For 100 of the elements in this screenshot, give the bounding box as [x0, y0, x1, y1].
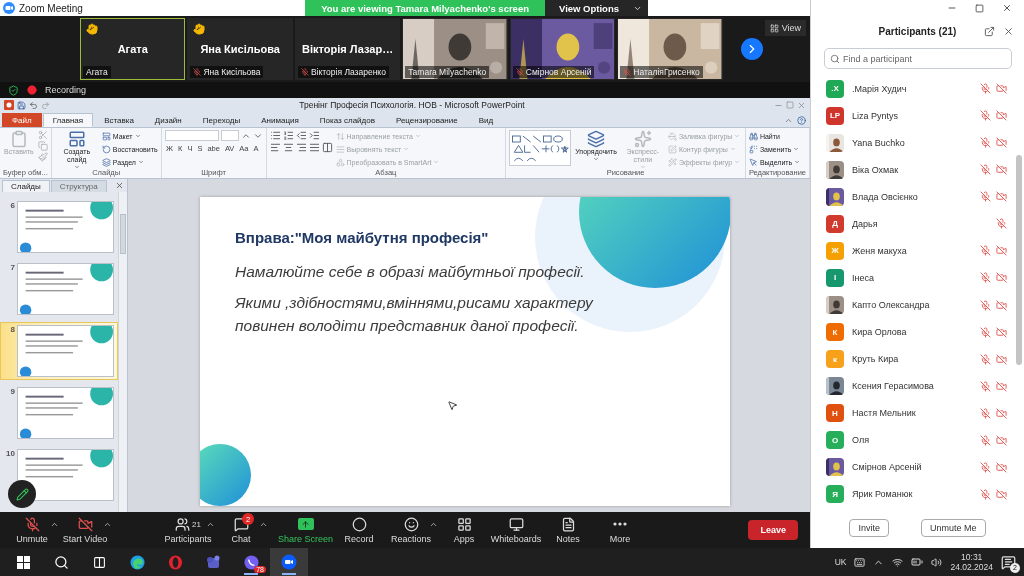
view-options-button[interactable]: View Options: [545, 0, 648, 16]
ribbon-tab[interactable]: Файл: [2, 113, 42, 127]
participant-name: Дарья: [852, 218, 878, 229]
thumbnail-row[interactable]: 9: [0, 384, 118, 442]
muted-microphone-icon: [980, 353, 991, 365]
align-icon[interactable]: [321, 142, 333, 153]
windows-logo-icon: [16, 555, 30, 569]
network-icon[interactable]: [892, 556, 904, 568]
ribbon-tab[interactable]: Дизайн: [144, 113, 192, 127]
participant-name: Яна Кисільова: [200, 43, 280, 55]
participant-name: .Марія Худич: [852, 83, 907, 94]
maximize-icon[interactable]: [975, 3, 984, 13]
panel-title: Participants (21): [878, 25, 957, 37]
thumbnail-row[interactable]: 7: [0, 260, 118, 318]
caret-icon[interactable]: [429, 520, 439, 529]
muted-microphone-icon: [980, 272, 991, 284]
muted-microphone-icon: [980, 164, 991, 176]
toolbar-button[interactable]: Share Screen: [278, 516, 334, 544]
font-size-field[interactable]: [220, 130, 239, 141]
ribbon-tab[interactable]: Показ слайдов: [309, 113, 385, 127]
close-icon[interactable]: [1002, 3, 1012, 13]
name-text: НаталіяГрисенко: [633, 67, 700, 77]
participant-name: Ксения Герасимова: [852, 381, 934, 392]
avatar: .X: [826, 79, 844, 98]
view-button[interactable]: View: [764, 20, 806, 36]
note-icon: [560, 516, 576, 532]
align-icon[interactable]: [282, 142, 294, 153]
muted-microphone-icon: [980, 83, 991, 95]
toolbar-button[interactable]: Unmute: [6, 516, 58, 544]
leave-button[interactable]: Leave: [748, 520, 798, 540]
caret-icon[interactable]: [206, 520, 215, 529]
ribbon-tab[interactable]: Вид: [468, 113, 504, 127]
slide-thumbnail[interactable]: [17, 449, 114, 501]
sharing-banner: You are viewing Tamara Milyachenko's screen: [305, 0, 545, 16]
slide-thumbnail[interactable]: [17, 387, 114, 439]
slide-thumbnail[interactable]: [17, 263, 114, 315]
annotate-button[interactable]: [8, 480, 36, 508]
caret-icon[interactable]: [50, 520, 59, 529]
muted-microphone-icon: [980, 407, 991, 419]
save-icon[interactable]: [17, 100, 26, 110]
search-field[interactable]: Find a participant: [824, 48, 1012, 69]
taskbar-button[interactable]: [270, 548, 308, 576]
toolbar-button[interactable]: Notes: [542, 516, 595, 544]
pop-out-icon[interactable]: [984, 25, 995, 37]
ribbon-tab[interactable]: Главная: [42, 113, 94, 127]
smiley-icon: [403, 516, 419, 532]
align-icon[interactable]: [269, 142, 281, 153]
toolbar-button[interactable]: Apps: [438, 516, 491, 544]
thumbnail-row[interactable]: 6: [0, 198, 118, 256]
list-icon[interactable]: [282, 130, 294, 141]
keyboard-icon[interactable]: [854, 556, 866, 568]
people-icon: [175, 516, 191, 532]
thumbnail-row[interactable]: 8: [0, 322, 118, 380]
volume-icon[interactable]: [931, 556, 943, 568]
close-icon[interactable]: [115, 181, 124, 190]
font-name-field[interactable]: [164, 130, 219, 141]
caret-icon[interactable]: [103, 520, 112, 529]
slide-thumbnail[interactable]: [17, 201, 114, 253]
participant-name: Женя макуха: [852, 245, 907, 256]
clock[interactable]: 10:31 24.02.2024: [950, 552, 993, 572]
battery-icon[interactable]: [911, 556, 924, 568]
ribbon-tab[interactable]: Вставка: [94, 113, 144, 127]
thumbnail-row[interactable]: 10: [0, 446, 118, 504]
toolbar-button[interactable]: Record: [333, 516, 386, 544]
toolbar-button[interactable]: Whiteboards: [490, 516, 543, 544]
panel-button[interactable]: Unmute Me: [921, 519, 986, 537]
participant-name: Віка Охмак: [852, 164, 899, 175]
avatar: LP: [826, 106, 844, 125]
language-indicator[interactable]: UK: [834, 557, 847, 567]
shapes-gallery[interactable]: [509, 130, 572, 166]
panel-tab[interactable]: Слайды: [2, 180, 50, 192]
align-icon[interactable]: [295, 142, 307, 153]
help-icon[interactable]: [797, 116, 806, 125]
close-icon[interactable]: [1003, 25, 1014, 37]
toolbar-button[interactable]: 21 Participants: [162, 516, 214, 544]
undo-icon[interactable]: [29, 100, 38, 110]
ribbon-icon: [667, 157, 677, 167]
monitor-icon: [508, 516, 524, 532]
toolbar-button[interactable]: Reactions: [385, 516, 438, 544]
toolbar-button[interactable]: More: [594, 516, 647, 544]
window-title: Тренінг Професія Психологія. НОВ - Microsoft PowerPoint: [298, 100, 526, 110]
caret-icon[interactable]: [259, 520, 268, 529]
scrollbar[interactable]: [118, 192, 127, 512]
ribbon-icon: [101, 157, 111, 167]
grid-icon: [769, 23, 779, 33]
slide-thumbnail[interactable]: [17, 325, 114, 377]
toolbar-button[interactable]: Start Video: [59, 516, 111, 544]
next-page-button[interactable]: [740, 38, 763, 60]
list-icon[interactable]: [269, 130, 281, 141]
ribbon-tab[interactable]: Рецензирование: [385, 113, 468, 127]
ribbon-icon: [67, 130, 86, 148]
align-icon[interactable]: [308, 142, 320, 153]
participant-name: Настя Мельник: [852, 408, 916, 419]
list-icon[interactable]: [295, 130, 307, 141]
ribbon-tab[interactable]: Переходы: [192, 113, 251, 127]
panel-button[interactable]: Invite: [849, 519, 889, 537]
ribbon-tab[interactable]: Анимация: [251, 113, 309, 127]
panel-tab[interactable]: Структура: [50, 180, 107, 192]
ribbon-icon: [587, 130, 606, 148]
list-icon[interactable]: [308, 130, 320, 141]
